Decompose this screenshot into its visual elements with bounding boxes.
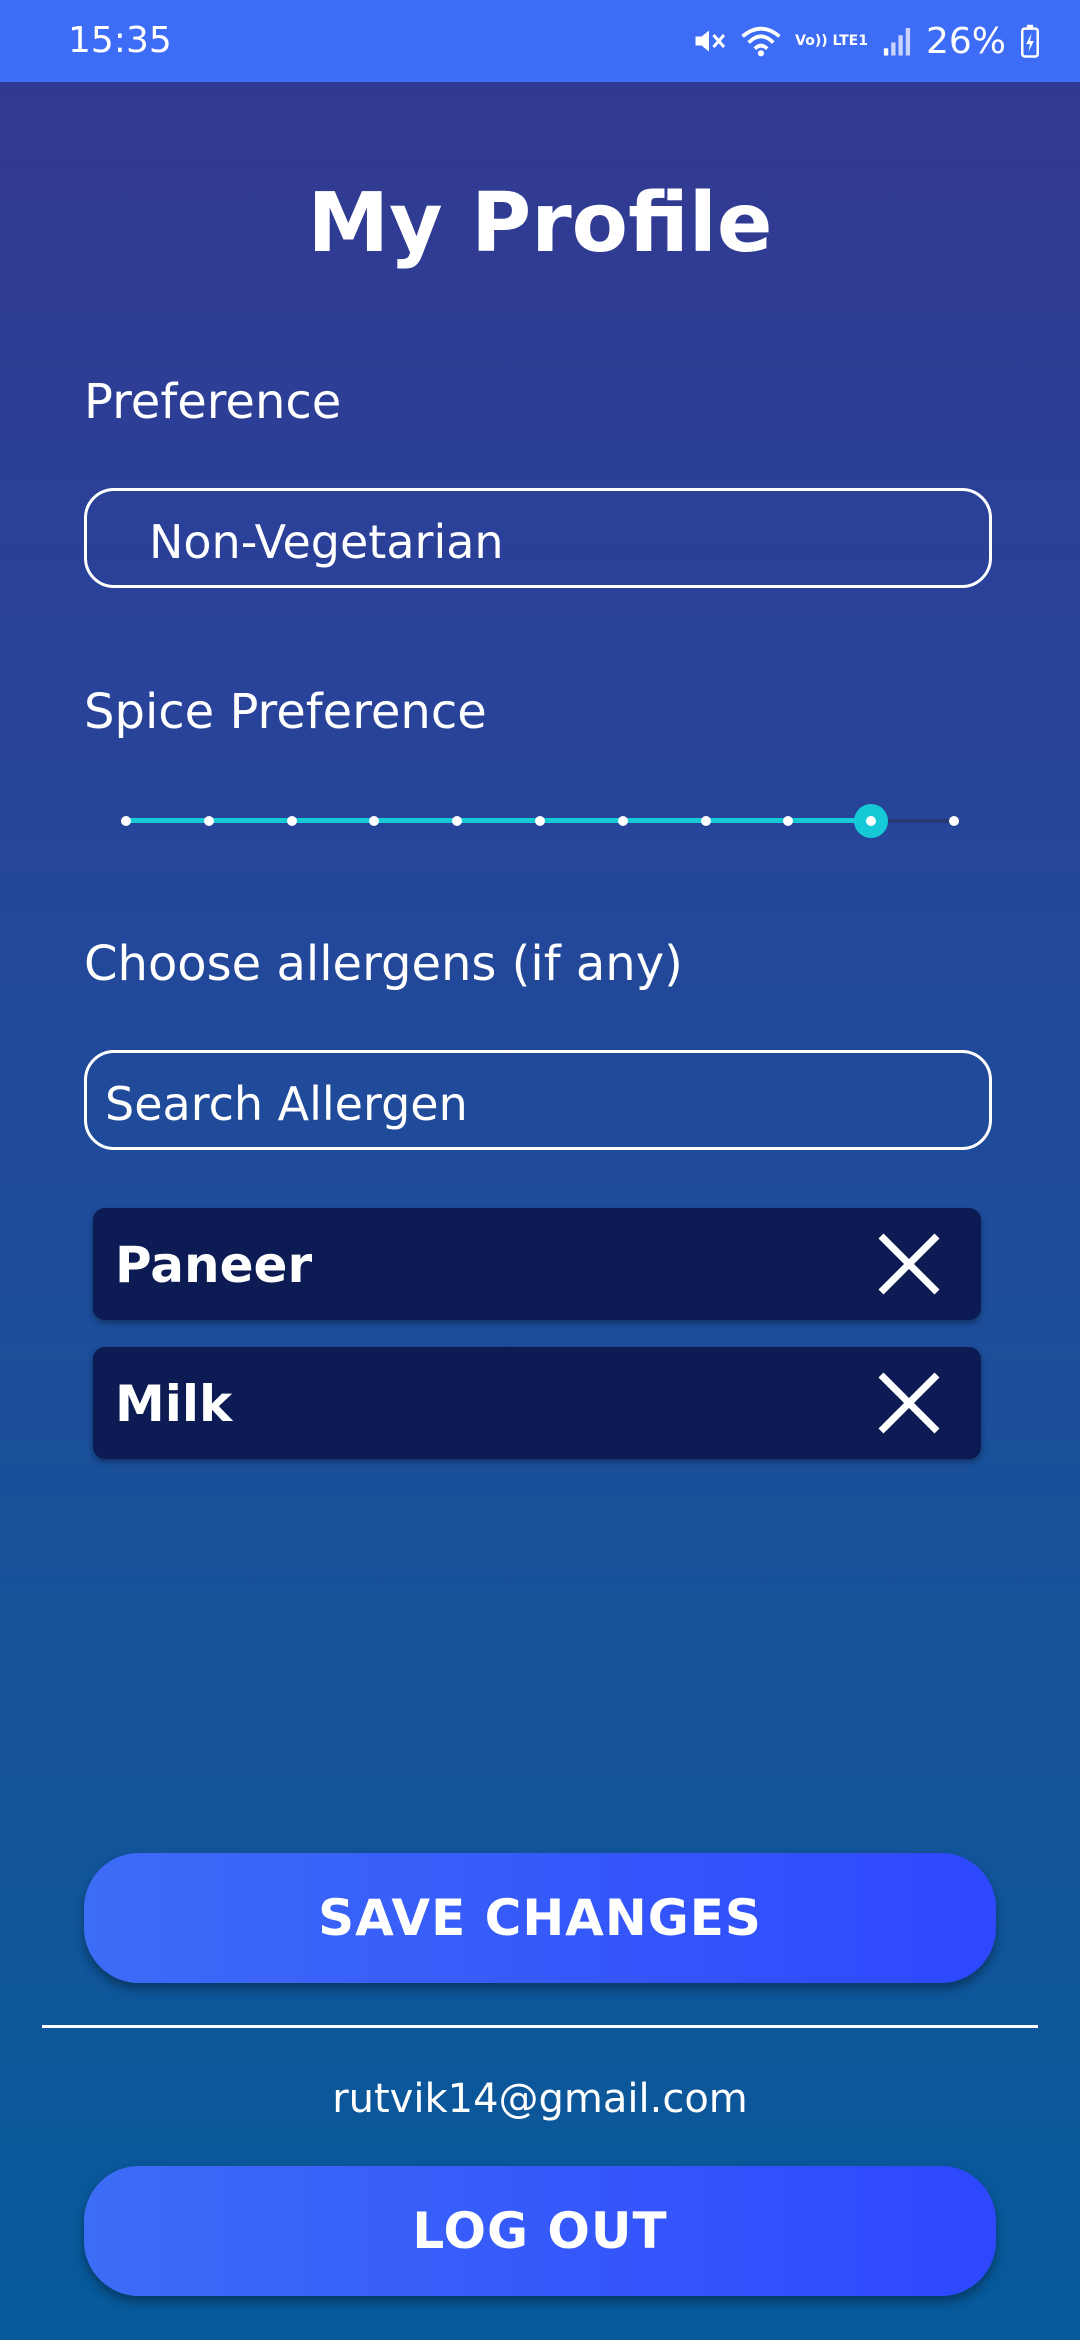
- spice-slider[interactable]: [121, 804, 959, 838]
- status-time: 15:35: [68, 20, 172, 61]
- slider-tick: [203, 816, 214, 826]
- allergen-search-placeholder: Search Allergen: [105, 1077, 468, 1131]
- slider-tick: [949, 816, 959, 826]
- allergen-chip-label: Milk: [115, 1375, 233, 1433]
- slider-thumb[interactable]: [854, 804, 889, 838]
- volte-icon: Vo)) LTE1: [795, 33, 868, 49]
- divider: [42, 2025, 1038, 2028]
- page-title: My Profile: [307, 176, 773, 271]
- mute-icon: [691, 23, 727, 59]
- slider-tick: [286, 816, 297, 826]
- slider-tick: [617, 816, 628, 826]
- allergen-search-input[interactable]: Search Allergen: [84, 1050, 992, 1150]
- slider-tick: [700, 816, 711, 826]
- close-icon[interactable]: [875, 1230, 943, 1298]
- status-icons: Vo)) LTE1 26%: [691, 16, 1040, 66]
- slider-tick: [369, 816, 380, 826]
- signal-icon: [882, 25, 912, 57]
- slider-tick: [121, 816, 131, 826]
- wifi-icon: [741, 23, 781, 59]
- slider-tick: [783, 816, 794, 826]
- preference-label: Preference: [84, 374, 342, 430]
- slider-tick: [452, 816, 463, 826]
- close-icon[interactable]: [875, 1369, 943, 1437]
- slider-thumb-center: [866, 816, 877, 826]
- allergen-chip: Milk: [93, 1347, 981, 1459]
- battery-percent: 26%: [925, 20, 1006, 62]
- preference-dropdown[interactable]: Non-Vegetarian: [84, 488, 992, 588]
- logout-button[interactable]: LOG OUT: [84, 2166, 996, 2296]
- preference-value: Non-Vegetarian: [149, 515, 504, 569]
- status-bar: 15:35 Vo)) LTE1 26%: [0, 0, 1080, 82]
- spice-label: Spice Preference: [84, 684, 487, 740]
- slider-active-track: [126, 818, 872, 823]
- allergen-chip: Paneer: [93, 1208, 981, 1320]
- slider-tick: [535, 816, 545, 826]
- allergens-label: Choose allergens (if any): [84, 936, 683, 992]
- save-changes-button[interactable]: SAVE CHANGES: [84, 1853, 996, 1983]
- battery-charging-icon: [1020, 24, 1040, 58]
- allergen-chip-label: Paneer: [115, 1236, 313, 1294]
- account-email: rutvik14@gmail.com: [332, 2076, 748, 2122]
